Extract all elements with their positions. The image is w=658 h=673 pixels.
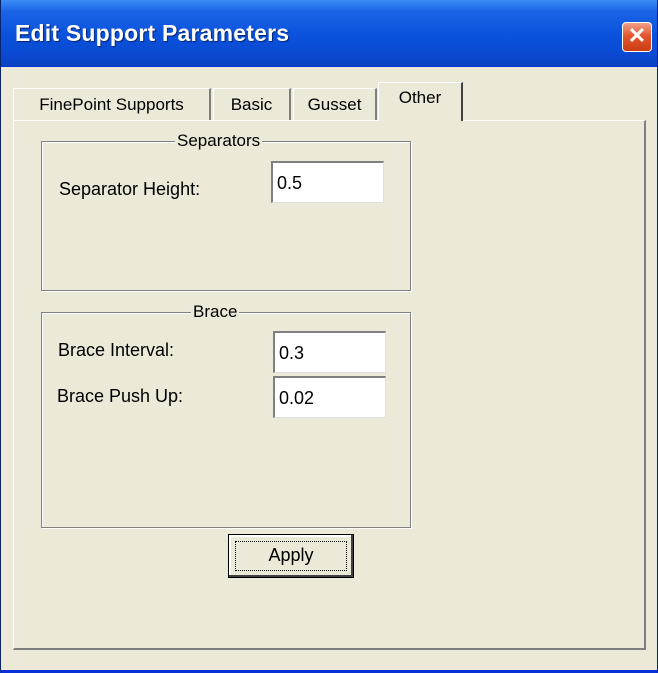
brace-legend: Brace: [191, 301, 240, 323]
close-icon: ✕: [627, 23, 647, 48]
separators-group: Separators Separator Height:: [41, 130, 411, 291]
close-button[interactable]: ✕: [622, 22, 652, 52]
separator-height-input[interactable]: [271, 161, 384, 203]
tab-basic[interactable]: Basic: [213, 88, 291, 121]
separators-legend: Separators: [175, 130, 263, 152]
brace-group: Brace Brace Interval: Brace Push Up:: [41, 301, 411, 528]
dialog-window: Edit Support Parameters ✕ FinePoint Supp…: [0, 0, 658, 673]
separator-height-label: Separator Height:: [59, 179, 201, 199]
apply-button[interactable]: Apply: [228, 534, 354, 578]
brace-interval-input[interactable]: [273, 331, 386, 373]
brace-push-up-input[interactable]: [273, 376, 386, 418]
window-title: Edit Support Parameters: [15, 20, 290, 46]
brace-interval-label: Brace Interval:: [58, 340, 175, 360]
tab-gusset[interactable]: Gusset: [293, 88, 377, 121]
apply-button-label: Apply: [268, 545, 314, 565]
tab-finepoint-supports[interactable]: FinePoint Supports: [13, 88, 211, 121]
brace-push-up-label: Brace Push Up:: [57, 386, 184, 406]
tab-other[interactable]: Other: [378, 82, 463, 121]
title-bar[interactable]: Edit Support Parameters ✕: [1, 0, 657, 67]
